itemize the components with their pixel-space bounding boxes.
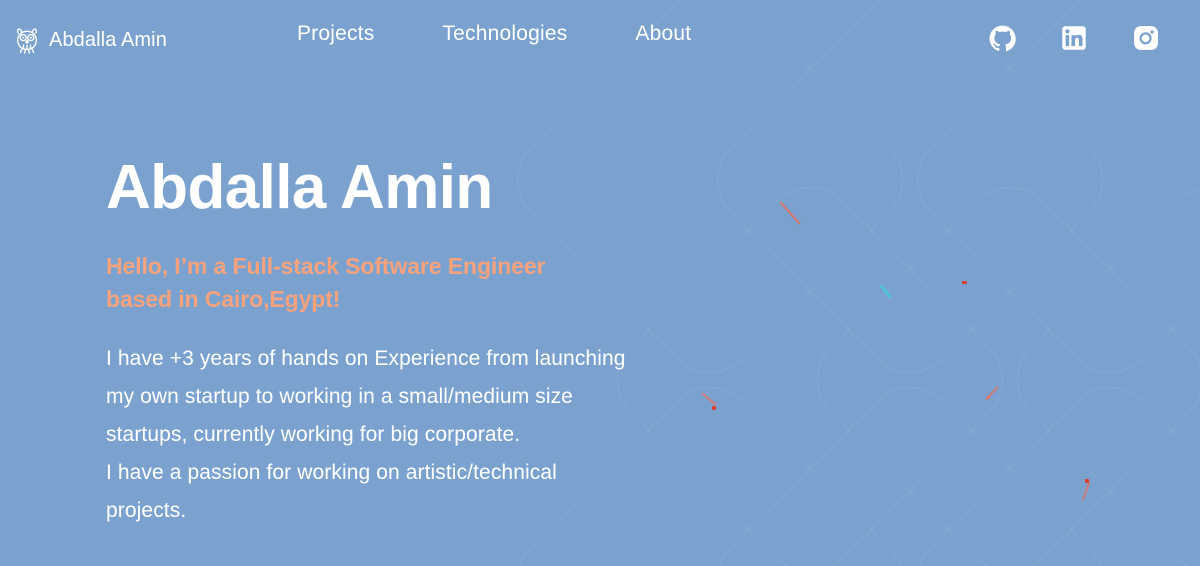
nav-link-about[interactable]: About <box>635 22 691 46</box>
instagram-icon <box>1133 25 1159 51</box>
diamond-outline <box>697 367 1123 566</box>
streak-accent <box>779 201 801 226</box>
owl-icon <box>14 26 40 56</box>
linkedin-icon <box>1061 25 1087 51</box>
github-icon <box>989 25 1016 52</box>
social-links <box>988 24 1160 52</box>
brand-logo-link[interactable]: Abdalla Amin <box>14 24 167 56</box>
diamond-outline <box>997 167 1200 566</box>
site-header: Abdalla Amin Projects Technologies About <box>0 0 1200 80</box>
hero-section: Abdalla Amin Hello, I’m a Full-stack Sof… <box>0 80 640 529</box>
streak-accent <box>1081 481 1091 501</box>
spark-dot <box>712 406 716 410</box>
nav-link-projects[interactable]: Projects <box>297 22 374 46</box>
streak-accent <box>985 385 999 401</box>
main-navigation: Projects Technologies About <box>297 22 691 46</box>
diamond-outline <box>797 167 1200 566</box>
diamond-outline <box>597 167 1023 566</box>
github-link[interactable] <box>988 24 1016 52</box>
streak-accent <box>701 392 717 406</box>
hero-body-paragraph: I have a passion for working on artistic… <box>106 460 557 522</box>
page-title: Abdalla Amin <box>106 153 493 222</box>
hero-body-paragraph: I have +3 years of hands on Experience f… <box>106 347 626 446</box>
hero-subtitle: Hello, I’m a Full-stack Software Enginee… <box>106 253 546 312</box>
streak-accent <box>880 284 892 299</box>
brand-name: Abdalla Amin <box>49 28 167 51</box>
spark-dot <box>1085 479 1089 483</box>
linkedin-link[interactable] <box>1060 24 1088 52</box>
diamond-outline <box>897 367 1200 566</box>
spark-dot <box>962 281 967 284</box>
spark-dot <box>987 396 990 399</box>
nav-link-technologies[interactable]: Technologies <box>442 22 567 46</box>
hero-body: I have +3 years of hands on Experience f… <box>106 340 626 529</box>
instagram-link[interactable] <box>1132 24 1160 52</box>
